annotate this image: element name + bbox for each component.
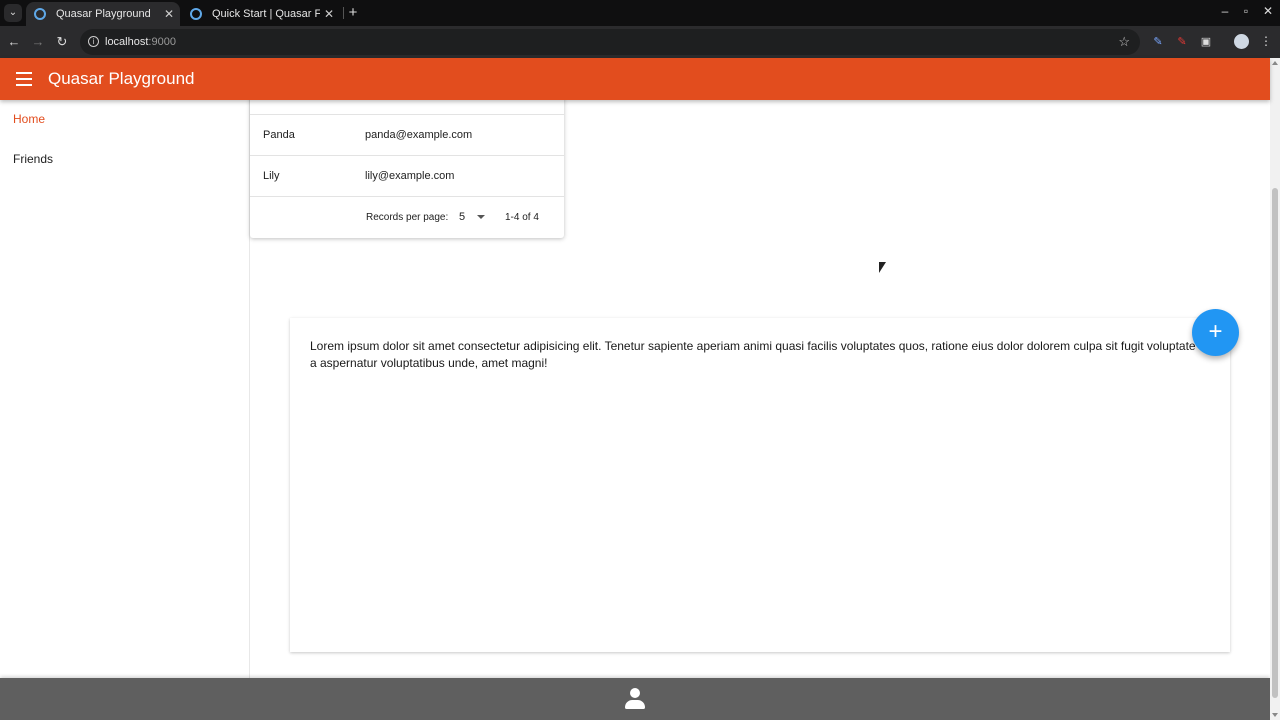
table-row[interactable]: Lily lily@example.com	[250, 156, 564, 197]
url-host: localhost	[105, 36, 149, 48]
scroll-thumb[interactable]	[1272, 188, 1278, 698]
new-tab-button[interactable]: +	[346, 2, 360, 24]
table-cell-email: lily@example.com	[365, 170, 455, 182]
address-url: localhost:9000	[105, 29, 176, 55]
records-per-page-label: Records per page:	[366, 212, 449, 223]
bookmark-star-icon[interactable]: ☆	[1118, 29, 1130, 55]
extension-pen-icon[interactable]: ✎	[1150, 34, 1166, 50]
drawer-item-home[interactable]: Home	[13, 112, 45, 126]
close-tab-icon[interactable]: ✕	[324, 2, 334, 26]
table-row[interactable]: Panda panda@example.com	[250, 115, 564, 156]
pagination-label: 1-4 of 4	[505, 212, 539, 223]
scroll-down-arrow-icon[interactable]	[1272, 713, 1278, 717]
forward-arrow-icon[interactable]: →	[30, 34, 46, 50]
reload-icon[interactable]: ↻	[54, 34, 70, 50]
browser-toolbar: ← → ↻ i localhost:9000 ☆ ✎ ✎ ▣	[0, 26, 1280, 58]
content-card: Lorem ipsum dolor sit amet consectetur a…	[290, 318, 1230, 652]
quasar-favicon-icon	[190, 8, 202, 20]
browser-menu-icon[interactable]: ⋮	[1260, 34, 1272, 48]
person-icon[interactable]	[625, 688, 645, 710]
table-cell-name: Lily	[263, 170, 280, 182]
navigation-drawer: Home Friends	[0, 100, 250, 678]
quasar-favicon-icon	[34, 8, 46, 20]
browser-tab-bar: ⌄ Quasar Playground ✕ Quick Start | Quas…	[0, 0, 1280, 26]
browser-tab-quasar-playground[interactable]: Quasar Playground ✕	[26, 2, 180, 26]
tab-title: Quasar Playground	[56, 8, 151, 20]
extensions-puzzle-icon[interactable]: ▣	[1198, 34, 1214, 50]
restore-window-button[interactable]: ▫	[1239, 4, 1253, 18]
add-fab-button[interactable]: +	[1192, 309, 1239, 356]
browser-tab-quick-start[interactable]: Quick Start | Quasar Framework ✕	[182, 2, 340, 26]
address-bar[interactable]: i localhost:9000 ☆	[80, 29, 1140, 55]
scroll-up-arrow-icon[interactable]	[1272, 61, 1278, 65]
table-cell-name: Panda	[263, 129, 295, 141]
app-title: Quasar Playground	[48, 69, 195, 88]
tab-divider	[343, 7, 344, 19]
site-info-icon[interactable]: i	[88, 36, 99, 47]
url-port: :9000	[148, 36, 176, 48]
profile-avatar-icon[interactable]	[1234, 34, 1249, 49]
app-footer	[0, 678, 1270, 720]
lorem-text: Lorem ipsum dolor sit amet consectetur a…	[310, 339, 1196, 370]
tab-search-button[interactable]: ⌄	[4, 4, 22, 22]
app-header: Quasar Playground	[0, 58, 1270, 100]
extension-red-icon[interactable]: ✎	[1174, 34, 1190, 50]
close-window-button[interactable]: ✕	[1261, 4, 1275, 18]
minimize-window-button[interactable]: –	[1218, 4, 1232, 18]
tab-title: Quick Start | Quasar Framework	[212, 8, 320, 20]
drawer-item-friends[interactable]: Friends	[13, 152, 53, 166]
records-per-page-select[interactable]: 5	[459, 197, 465, 238]
dropdown-caret-icon[interactable]	[477, 215, 485, 219]
menu-icon[interactable]	[16, 72, 32, 86]
mouse-cursor	[879, 262, 886, 273]
table-cell-email: panda@example.com	[365, 129, 473, 141]
back-arrow-icon[interactable]: ←	[6, 34, 22, 50]
page-scrollbar[interactable]	[1270, 58, 1280, 720]
table-footer: Records per page: 5 1-4 of 4	[250, 197, 564, 238]
close-tab-icon[interactable]: ✕	[164, 2, 174, 26]
